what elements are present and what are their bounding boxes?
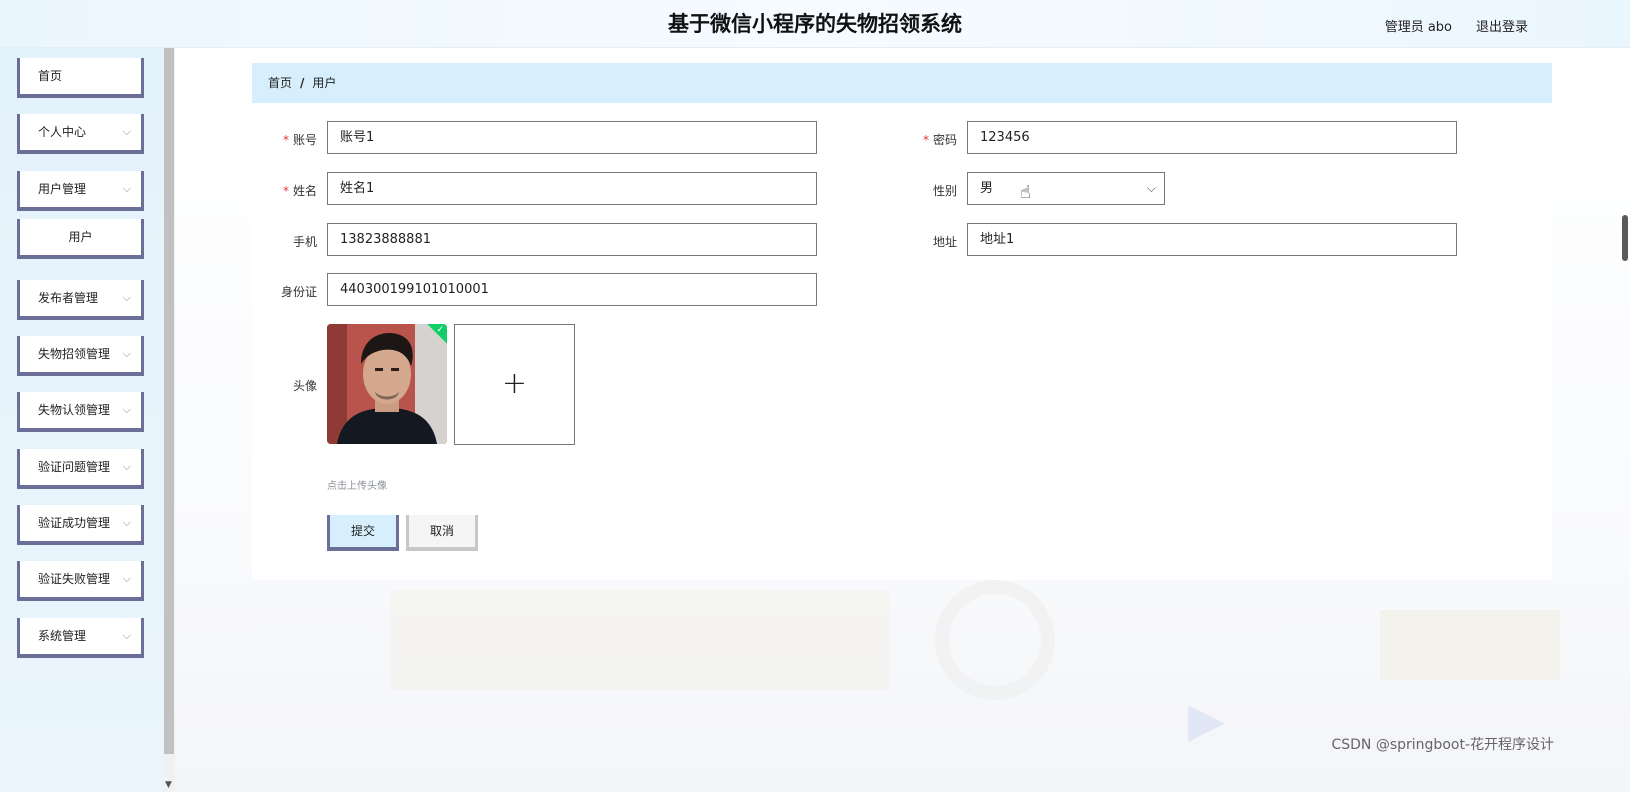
sidebar-item-label: 验证成功管理 [38, 516, 111, 530]
chevron-down-icon: ⌵ [122, 403, 131, 416]
sidebar-item-lost-found-management[interactable]: 失物招领管理 ⌵ [17, 336, 144, 376]
chevron-down-icon: ⌵ [122, 629, 131, 642]
sidebar-item-label: 首页 [38, 69, 63, 83]
required-mark: * [282, 133, 289, 147]
sidebar-item-label: 失物招领管理 [38, 347, 111, 361]
idcard-input[interactable]: 440300199101010001 [327, 273, 817, 306]
chevron-down-icon: ⌵ [122, 516, 131, 529]
chevron-down-icon: ⌵ [122, 125, 131, 138]
sidebar-item-system-management[interactable]: 系统管理 ⌵ [17, 618, 144, 658]
breadcrumb-current: 用户 [312, 76, 337, 90]
name-input[interactable]: 姓名1 [327, 172, 817, 205]
sidebar-scrollbar[interactable]: ▼ [163, 48, 175, 792]
cancel-button[interactable]: 取消 [406, 515, 478, 551]
avatar-label: 头像 [292, 379, 317, 393]
idcard-label: 身份证 [280, 285, 317, 299]
page-scrollbar-thumb[interactable] [1622, 215, 1628, 261]
logout-link[interactable]: 退出登录 [1476, 16, 1528, 35]
upload-hint: 点击上传头像 [327, 481, 387, 492]
sidebar-item-label: 系统管理 [38, 629, 87, 643]
chevron-down-icon: ⌵ [122, 182, 131, 195]
name-label: * 姓名 [282, 184, 317, 198]
sidebar-item-label: 用户 [68, 230, 93, 244]
sidebar-item-personal-center[interactable]: 个人中心 ⌵ [17, 114, 144, 154]
current-user: 管理员 abo [1384, 20, 1452, 35]
sidebar-item-label: 个人中心 [38, 125, 87, 139]
background-decoration [390, 590, 890, 690]
chevron-down-icon: ⌵ [122, 347, 131, 360]
password-input[interactable]: 123456 [967, 121, 1457, 154]
hand-cursor-icon: ☝ [1020, 182, 1031, 203]
sidebar-item-home[interactable]: 首页 [17, 58, 144, 98]
phone-input[interactable]: 13823888881 [327, 223, 817, 256]
sidebar-item-user-management[interactable]: 用户管理 ⌵ [17, 171, 144, 211]
sidebar-item-verify-success-management[interactable]: 验证成功管理 ⌵ [17, 505, 144, 545]
scroll-down-arrow-icon[interactable]: ▼ [165, 780, 172, 790]
submit-button[interactable]: 提交 [327, 515, 399, 551]
sidebar-item-label: 失物认领管理 [38, 403, 111, 417]
account-label: * 账号 [282, 133, 317, 147]
background-decoration [935, 580, 1055, 700]
sidebar-item-label: 用户管理 [38, 182, 87, 196]
sidebar-item-label: 验证问题管理 [38, 460, 111, 474]
watermark-text: CSDN @springboot-花开程序设计 [1331, 737, 1554, 753]
chevron-down-icon: ⌵ [122, 460, 131, 473]
gender-select-value: 男 [980, 181, 994, 196]
address-label: 地址 [932, 235, 957, 249]
watermark-logo-icon: ▶ [1188, 692, 1225, 748]
top-header: 基于微信小程序的失物招领系统 管理员 abo 退出登录 [0, 0, 1630, 48]
sidebar-item-label: 验证失败管理 [38, 572, 111, 586]
chevron-down-icon: ⌵ [122, 572, 131, 585]
sidebar-item-verify-question-management[interactable]: 验证问题管理 ⌵ [17, 449, 144, 489]
chevron-down-icon: ⌵ [1146, 181, 1156, 195]
sidebar-item-claim-management[interactable]: 失物认领管理 ⌵ [17, 392, 144, 432]
required-mark: * [282, 184, 289, 198]
sidebar-scrollbar-thumb[interactable] [164, 48, 174, 754]
check-icon: ✓ [436, 325, 444, 335]
gender-label: 性别 [932, 184, 957, 198]
breadcrumb: 首页 / 用户 [252, 63, 1552, 103]
upload-avatar-button[interactable]: + [454, 324, 575, 445]
avatar-photo [327, 324, 447, 444]
password-label: * 密码 [922, 133, 957, 147]
avatar-image[interactable]: ✓ [327, 324, 447, 444]
account-input[interactable]: 账号1 [327, 121, 817, 154]
sidebar-item-publisher-management[interactable]: 发布者管理 ⌵ [17, 280, 144, 320]
required-mark: * [922, 133, 929, 147]
background-decoration [1380, 610, 1560, 680]
chevron-down-icon: ⌵ [122, 291, 131, 304]
breadcrumb-separator: / [300, 76, 305, 90]
phone-label: 手机 [292, 235, 317, 249]
gender-select[interactable]: 男 ⌵ [967, 172, 1165, 205]
plus-icon: + [501, 366, 528, 401]
address-input[interactable]: 地址1 [967, 223, 1457, 256]
sidebar-item-label: 发布者管理 [38, 291, 99, 305]
sidebar-item-verify-fail-management[interactable]: 验证失败管理 ⌵ [17, 561, 144, 601]
sidebar-subitem-user[interactable]: 用户 [17, 219, 144, 259]
breadcrumb-home[interactable]: 首页 [268, 76, 292, 90]
